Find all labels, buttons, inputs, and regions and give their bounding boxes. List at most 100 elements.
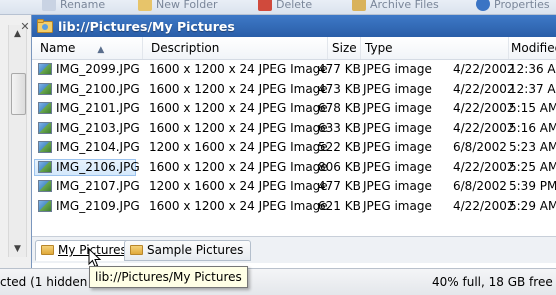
column-modified-header[interactable]: Modified [509,37,556,59]
folder-icon [130,245,143,255]
delete-icon [258,0,272,11]
file-time: 5:25 AM [509,159,556,174]
file-name: IMG_2100.JPG [56,81,140,96]
file-date: 4/22/2002 [453,120,515,135]
file-time: 5:23 AM [509,140,556,154]
file-name: IMG_2099.JPG [56,62,140,76]
folder-icon [41,245,54,255]
left-panel: ▲ ▼ [0,15,31,268]
file-type: JPEG image [363,159,432,174]
new-folder-button[interactable]: New Folder [138,0,217,13]
file-size: 477 KB [318,62,361,76]
file-size: 621 KB [318,198,361,213]
file-date: 4/22/2002 [453,101,515,115]
file-row[interactable]: IMG_2104.JPG 1200 x 1600 x 24 JPEG Image… [32,138,556,158]
column-description-header[interactable]: Description [143,37,328,59]
file-row[interactable]: IMG_2099.JPG 1600 x 1200 x 24 JPEG Image… [32,60,556,80]
image-file-icon [38,180,52,192]
column-header: Name▲ Description Size Type Modified [32,37,556,60]
archive-files-button[interactable]: Archive Files [352,0,439,13]
archive-icon [352,0,366,11]
file-size: 522 KB [318,140,361,154]
rename-button[interactable]: Rename [42,0,105,13]
sort-ascending-icon: ▲ [97,45,105,55]
file-description: 1200 x 1600 x 24 JPEG Image [149,140,328,154]
file-type: JPEG image [363,62,432,76]
mouse-cursor-icon [88,248,102,268]
file-name: IMG_2104.JPG [56,140,140,154]
new-folder-icon [138,0,152,11]
file-date: 4/22/2002 [453,62,515,76]
file-description: 1600 x 1200 x 24 JPEG Image [149,159,328,174]
file-description: 1600 x 1200 x 24 JPEG Image [149,62,328,76]
file-size: 678 KB [318,101,361,115]
file-name: IMG_2107.JPG [56,179,140,193]
disk-space-status: 40% full, 18 GB free [432,275,553,289]
file-description: 1600 x 1200 x 24 JPEG Image [149,101,328,115]
properties-icon [476,0,490,11]
image-file-icon [38,121,52,134]
toolbar: Rename New Folder Delete Archive Files P… [0,0,556,15]
tab-sample-pictures[interactable]: Sample Pictures [124,240,252,261]
rename-icon [42,0,56,11]
file-size: 477 KB [318,179,361,193]
file-time: 12:36 AM [509,62,556,76]
file-type: JPEG image [363,140,432,154]
file-row[interactable]: IMG_2101.JPG 1600 x 1200 x 24 JPEG Image… [32,99,556,119]
file-browser-window: ✕ lib://Pictures/My Pictures Name ▲ Descr… [20,15,556,268]
file-time: 5:16 AM [509,120,556,135]
status-bar: cted (1 hidden it 40% full, 18 GB free [0,268,556,295]
file-row[interactable]: IMG_2100.JPG 1600 x 1200 x 24 JPEG Image… [32,80,556,100]
file-date: 6/8/2002 [453,140,507,154]
file-time: 5:29 AM [509,198,556,213]
folder-tab-strip: My Pictures Sample Pictures [32,236,556,263]
file-date: 4/22/2002 [453,198,515,213]
file-name: IMG_2101.JPG [56,101,140,115]
file-row[interactable]: IMG_2109.JPG 1600 x 1200 x 24 JPEG Image… [32,197,556,217]
file-type: JPEG image [363,198,432,213]
image-file-icon [38,102,52,114]
image-file-icon [38,160,52,173]
file-name: IMG_2103.JPG [56,120,140,135]
file-type: JPEG image [363,179,432,193]
image-file-icon [38,141,52,153]
file-type: JPEG image [363,81,432,96]
file-type: JPEG image [363,120,432,135]
file-date: 4/22/2002 [453,81,515,96]
file-size: 473 KB [318,81,361,96]
file-date: 4/22/2002 [453,159,515,174]
path-tooltip: lib://Pictures/My Pictures [89,266,248,288]
scroll-down-icon[interactable]: ▼ [9,240,26,257]
vertical-scrollbar[interactable]: ▲ ▼ [8,25,27,257]
title-bar[interactable]: lib://Pictures/My Pictures [32,15,556,37]
file-time: 5:39 PM [509,179,556,193]
file-size: 633 KB [318,120,361,135]
file-description: 1600 x 1200 x 24 JPEG Image [149,81,328,96]
properties-button[interactable]: Properties [476,0,550,13]
close-icon[interactable]: ✕ [18,19,32,33]
image-file-icon [38,199,52,212]
column-name-header[interactable]: Name ▲ [32,37,143,59]
window-title: lib://Pictures/My Pictures [58,18,235,34]
file-description: 1200 x 1600 x 24 JPEG Image [149,179,328,193]
file-row-selected[interactable]: IMG_2106.JPG 1600 x 1200 x 24 JPEG Image… [32,158,556,178]
delete-button[interactable]: Delete [258,0,312,13]
file-size: 806 KB [318,159,361,174]
column-size-header[interactable]: Size [328,37,361,59]
file-name: IMG_2109.JPG [56,198,140,213]
tab-my-pictures[interactable]: My Pictures [35,240,135,261]
file-type: JPEG image [363,101,432,115]
image-file-icon [38,82,52,95]
file-name: IMG_2106.JPG [56,159,140,174]
scroll-thumb[interactable] [11,73,26,115]
file-description: 1600 x 1200 x 24 JPEG Image [149,198,328,213]
file-row[interactable]: IMG_2103.JPG 1600 x 1200 x 24 JPEG Image… [32,119,556,139]
file-list: IMG_2099.JPG 1600 x 1200 x 24 JPEG Image… [32,60,556,216]
column-type-header[interactable]: Type [361,37,509,59]
file-date: 6/8/2002 [453,179,507,193]
selection-status: cted (1 hidden it [0,275,100,289]
image-file-icon [38,63,52,75]
file-row[interactable]: IMG_2107.JPG 1200 x 1600 x 24 JPEG Image… [32,177,556,197]
file-time: 12:37 AM [509,81,556,96]
file-time: 5:15 AM [509,101,556,115]
